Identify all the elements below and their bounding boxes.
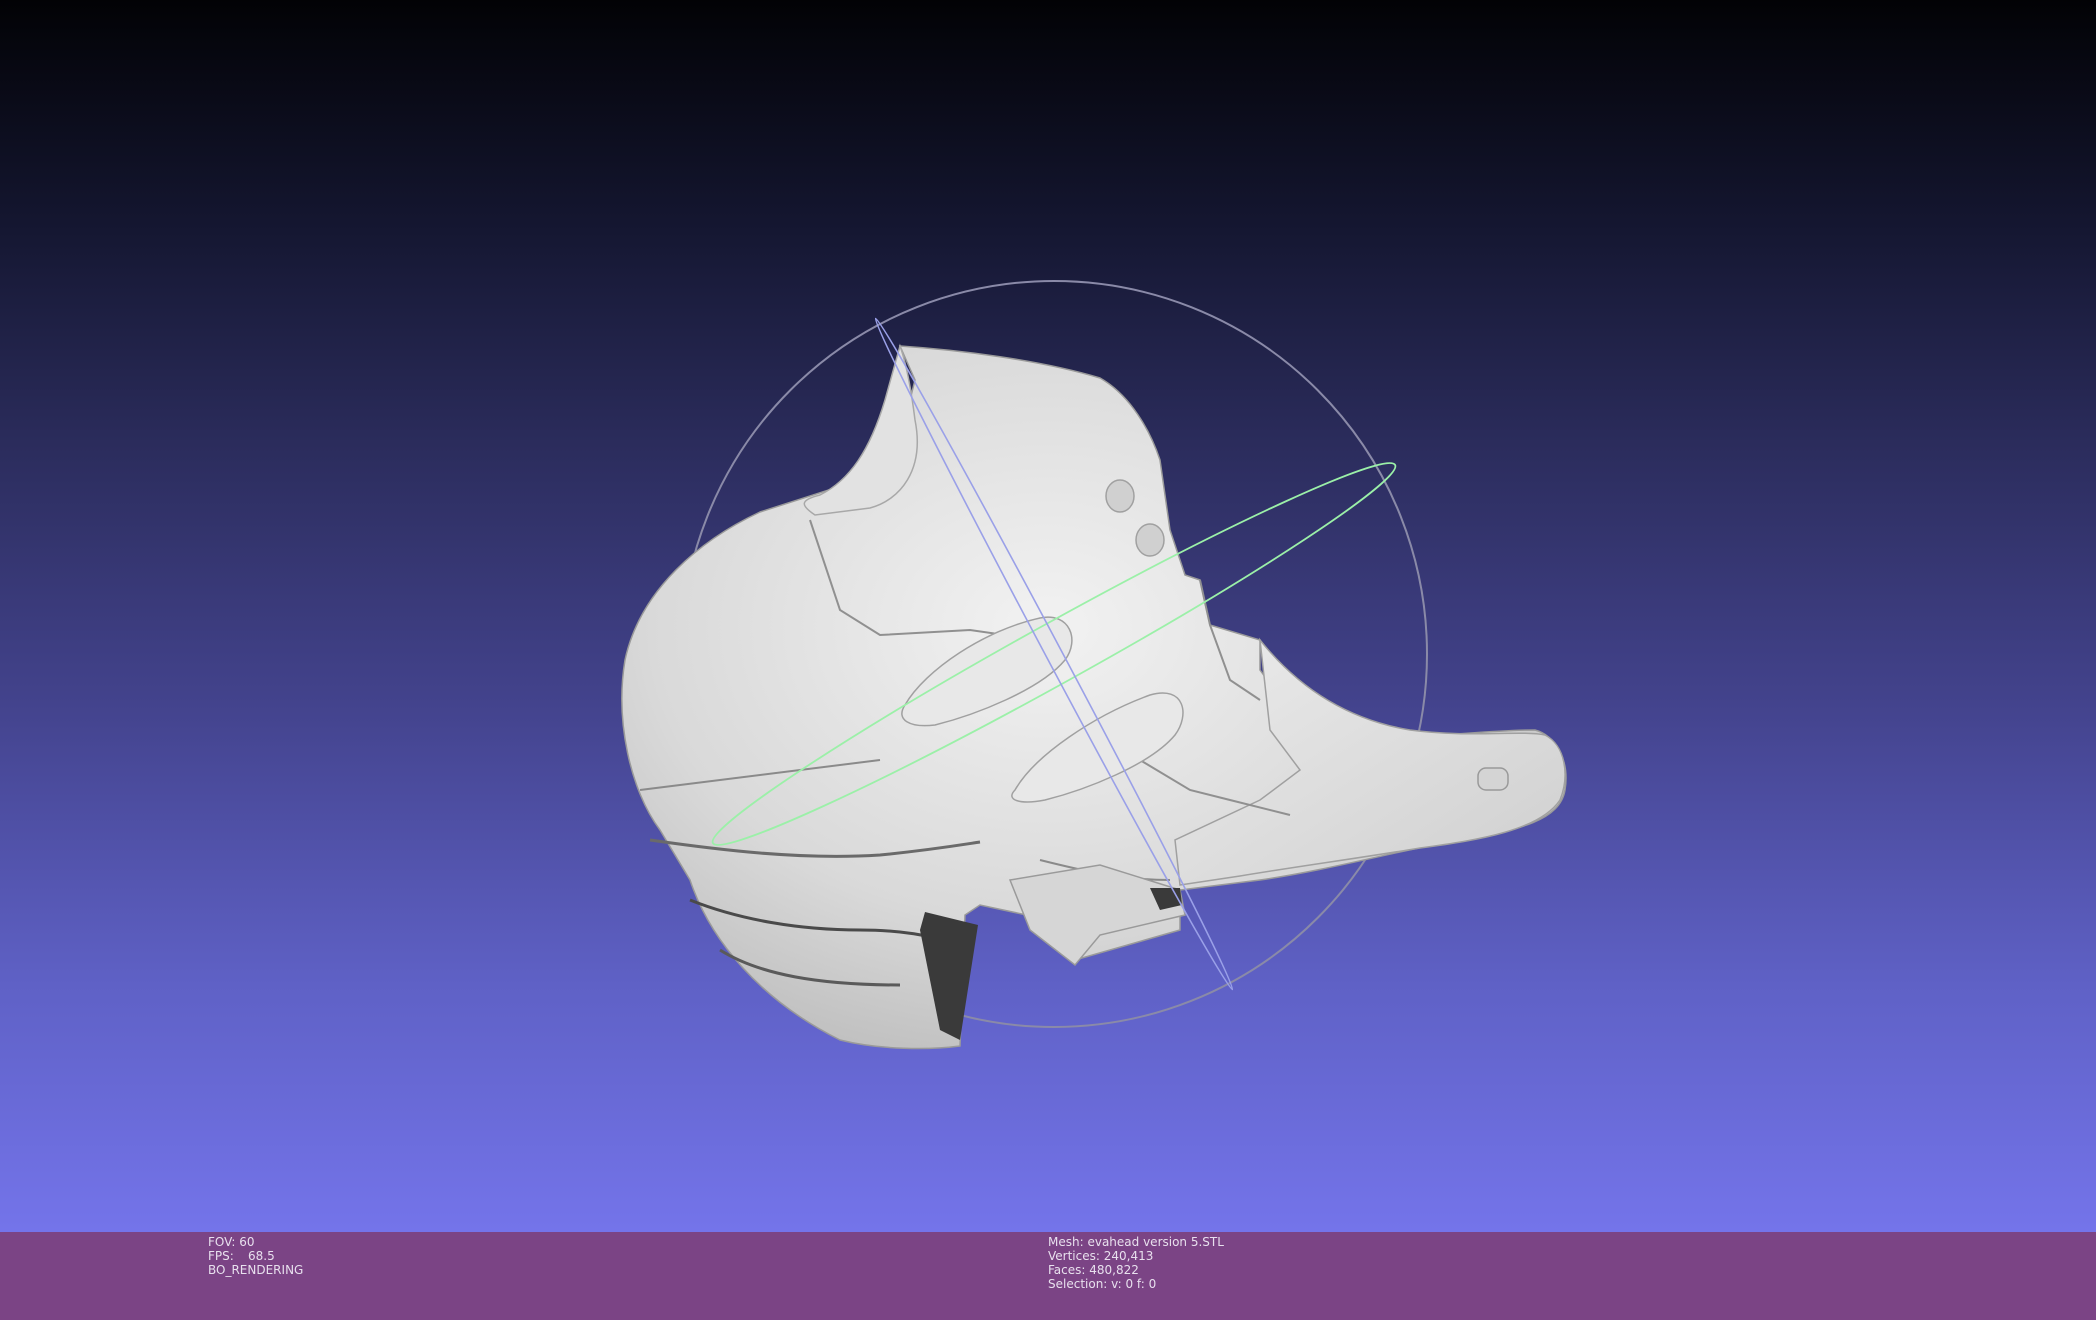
- mesh-name: Mesh: evahead version 5.STL: [1048, 1235, 1224, 1249]
- 3d-viewport[interactable]: [0, 0, 2096, 1232]
- mesh-info: Mesh: evahead version 5.STL Vertices: 24…: [1048, 1235, 1224, 1291]
- render-info: FOV: 60 FPS: 68.5 BO_RENDERING: [208, 1235, 303, 1277]
- helmet-top-fin: [803, 343, 918, 516]
- mesh-scene[interactable]: [0, 0, 2096, 1232]
- vertex-count: Vertices: 240,413: [1048, 1249, 1154, 1263]
- render-mode: BO_RENDERING: [208, 1263, 304, 1277]
- status-bar: FOV: 60 FPS: 68.5 BO_RENDERING Mesh: evah…: [0, 1232, 2096, 1320]
- fov-readout: FOV: 60: [208, 1235, 255, 1249]
- selection-info: Selection: v: 0 f: 0: [1048, 1277, 1157, 1291]
- face-count: Faces: 480,822: [1048, 1263, 1139, 1277]
- fps-readout: FPS: 68.5: [208, 1249, 275, 1263]
